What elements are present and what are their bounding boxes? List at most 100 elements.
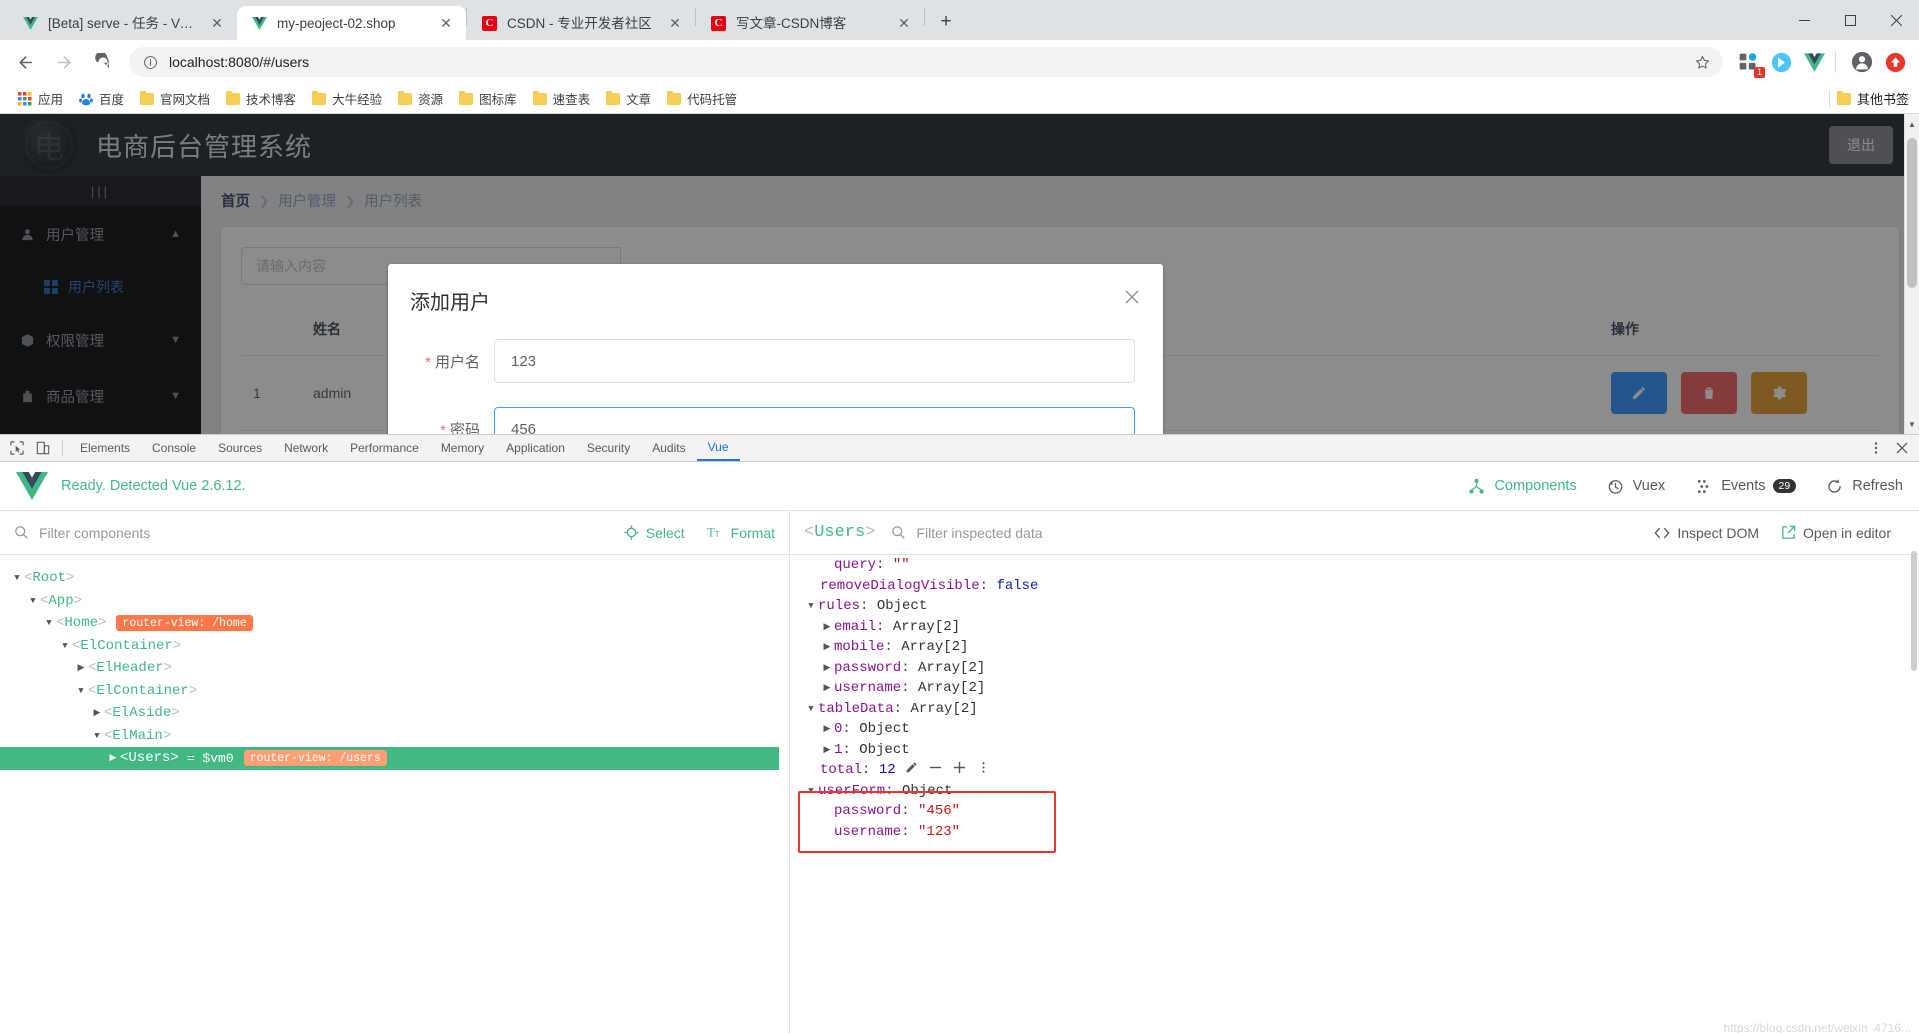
page-scrollbar[interactable]: ▲ ▼ [1904, 114, 1919, 434]
address-bar[interactable]: localhost:8080/#/users [129, 47, 1723, 77]
bookmark-baidu[interactable]: 百度 [71, 86, 132, 111]
chevron-down-icon[interactable]: ▼ [74, 686, 88, 696]
data-row[interactable]: ▶ 1: Object [790, 740, 1919, 761]
data-row[interactable]: removeDialogVisible: false [790, 576, 1919, 597]
tab-application[interactable]: Application [495, 435, 576, 461]
chevron-right-icon[interactable]: ▶ [74, 663, 88, 673]
data-row[interactable]: ▶ mobile: Array[2] [790, 637, 1919, 658]
new-tab-button[interactable]: + [931, 7, 961, 37]
tab-security[interactable]: Security [576, 435, 641, 461]
bookmark-folder-6[interactable]: 速查表 [525, 86, 599, 111]
browser-tab[interactable]: C CSDN - 专业开发者社区 ✕ [467, 6, 695, 40]
password-input[interactable]: 456 [494, 407, 1135, 434]
other-bookmarks[interactable]: 其他书签 [1828, 89, 1909, 108]
inspect-element-icon[interactable] [4, 436, 30, 460]
chevron-right-icon[interactable]: ▶ [820, 745, 834, 755]
vue-nav-events[interactable]: Events 29 [1695, 478, 1797, 495]
inspect-dom-button[interactable]: Inspect DOM [1654, 525, 1759, 541]
tree-node[interactable]: ▼ < ElMain > [0, 725, 789, 748]
scroll-up-arrow-icon[interactable]: ▲ [1905, 116, 1919, 132]
tab-console[interactable]: Console [141, 435, 207, 461]
chevron-right-icon[interactable]: ▶ [820, 663, 834, 673]
tab-audits[interactable]: Audits [641, 435, 696, 461]
tab-performance[interactable]: Performance [339, 435, 430, 461]
vue-nav-vuex[interactable]: Vuex [1607, 478, 1665, 495]
chevron-right-icon[interactable]: ▶ [820, 622, 834, 632]
chevron-down-icon[interactable]: ▼ [90, 731, 104, 741]
close-icon[interactable]: ✕ [665, 13, 685, 33]
vue-nav-components[interactable]: Components [1468, 478, 1577, 495]
close-icon[interactable]: ✕ [436, 13, 456, 33]
data-row-total[interactable]: total: 12 [790, 760, 1919, 781]
tab-vue[interactable]: Vue [696, 435, 740, 461]
data-row[interactable]: ▶ username: Array[2] [790, 678, 1919, 699]
chevron-right-icon[interactable]: ▶ [820, 683, 834, 693]
data-row[interactable]: query: "" [790, 555, 1919, 576]
data-row[interactable]: ▼ rules: Object [790, 596, 1919, 617]
scrollbar-thumb[interactable] [1907, 138, 1917, 288]
profile-avatar-icon[interactable] [1848, 48, 1876, 76]
close-icon[interactable] [1121, 286, 1143, 308]
browser-tab-active[interactable]: my-peoject-02.shop ✕ [237, 6, 466, 40]
reload-icon[interactable] [88, 47, 118, 77]
tree-node[interactable]: ▶ < ElHeader > [0, 657, 789, 680]
tree-node[interactable]: ▼ < Home > router-view: /home [0, 612, 789, 635]
star-icon[interactable] [1686, 54, 1711, 71]
scrollbar-thumb[interactable] [1911, 551, 1917, 671]
open-in-editor-button[interactable]: Open in editor [1781, 525, 1891, 541]
maximize-icon[interactable] [1827, 0, 1873, 40]
bookmark-folder-7[interactable]: 文章 [598, 86, 659, 111]
tab-elements[interactable]: Elements [69, 435, 141, 461]
vue-nav-refresh[interactable]: Refresh [1826, 478, 1903, 495]
bookmark-apps[interactable]: 应用 [10, 86, 71, 111]
chevron-right-icon[interactable]: ▶ [820, 724, 834, 734]
tab-network[interactable]: Network [273, 435, 339, 461]
tab-memory[interactable]: Memory [430, 435, 495, 461]
bookmark-folder-2[interactable]: 技术博客 [218, 86, 304, 111]
device-toolbar-icon[interactable] [30, 436, 56, 460]
vue-devtools-extension-icon[interactable] [1767, 48, 1795, 76]
inspected-data-scrollbar[interactable] [1909, 511, 1919, 1033]
data-row[interactable]: ▶ 0: Object [790, 719, 1919, 740]
data-row-userform[interactable]: ▼ userForm: Object [790, 781, 1919, 802]
tree-node[interactable]: ▼ < Root > [0, 567, 789, 590]
chevron-down-icon[interactable]: ▼ [804, 704, 818, 714]
filter-inspected-data-input[interactable]: Filter inspected data [891, 525, 1632, 541]
close-icon[interactable] [1873, 0, 1919, 40]
bookmark-folder-1[interactable]: 官网文档 [132, 86, 218, 111]
extensions-puzzle-icon[interactable]: 1 [1734, 48, 1765, 78]
kebab-menu-icon[interactable] [1863, 436, 1889, 460]
format-button[interactable]: TT Format [707, 525, 775, 541]
bookmark-folder-3[interactable]: 大牛经验 [304, 86, 390, 111]
close-icon[interactable] [1889, 436, 1915, 460]
chevron-right-icon[interactable]: ▶ [90, 708, 104, 718]
scroll-down-arrow-icon[interactable]: ▼ [1905, 416, 1919, 432]
bookmark-folder-8[interactable]: 代码托管 [659, 86, 745, 111]
chevron-down-icon[interactable]: ▼ [26, 596, 40, 606]
tree-node[interactable]: ▼ < ElContainer > [0, 635, 789, 658]
data-row[interactable]: ▼ tableData: Array[2] [790, 699, 1919, 720]
tree-node[interactable]: ▼ < App > [0, 590, 789, 613]
minimize-icon[interactable] [1781, 0, 1827, 40]
tree-node-selected[interactable]: ▶ < Users > = $vm0 router-view: /users [0, 747, 779, 770]
browser-tab[interactable]: [Beta] serve - 任务 - Vue CLI ✕ [8, 6, 237, 40]
username-input[interactable]: 123 [494, 339, 1135, 383]
bookmark-folder-5[interactable]: 图标库 [451, 86, 525, 111]
bookmark-folder-4[interactable]: 资源 [390, 86, 451, 111]
vue-extension-icon[interactable] [1800, 48, 1828, 76]
data-row-userform-password[interactable]: password: "456" [790, 801, 1919, 822]
browser-tab[interactable]: C 写文章-CSDN博客 ✕ [696, 6, 924, 40]
tab-sources[interactable]: Sources [207, 435, 273, 461]
filter-components-input[interactable]: Filter components [14, 525, 602, 541]
pencil-icon[interactable] [905, 761, 918, 779]
data-row-userform-username[interactable]: username: "123" [790, 822, 1919, 843]
close-icon[interactable]: ✕ [894, 13, 914, 33]
tree-node[interactable]: ▼ < ElContainer > [0, 680, 789, 703]
data-row[interactable]: ▶ password: Array[2] [790, 658, 1919, 679]
chevron-right-icon[interactable]: ▶ [820, 642, 834, 652]
plus-icon[interactable] [953, 761, 966, 779]
back-arrow-icon[interactable] [10, 47, 40, 77]
chevron-down-icon[interactable]: ▼ [804, 786, 818, 796]
chrome-update-icon[interactable] [1881, 48, 1909, 76]
chevron-down-icon[interactable]: ▼ [42, 618, 56, 628]
